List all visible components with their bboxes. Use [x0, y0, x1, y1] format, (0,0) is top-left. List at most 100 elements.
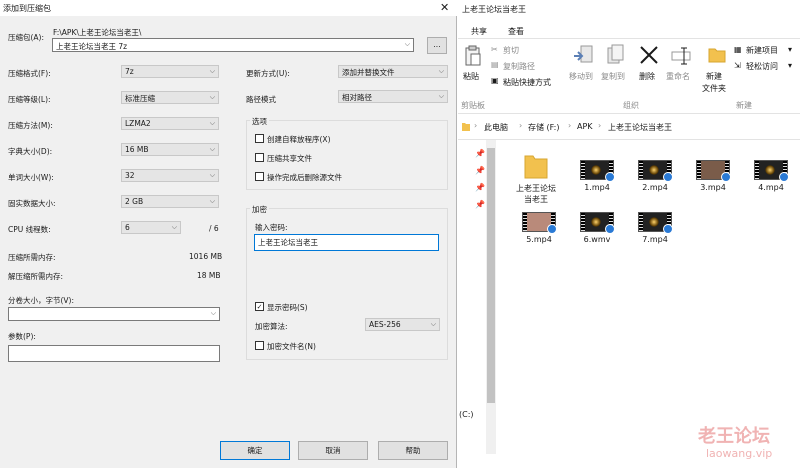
- delete-icon[interactable]: [638, 44, 660, 66]
- delete-source-label: 操作完成后删除源文件: [267, 173, 342, 182]
- breadcrumb-apk[interactable]: APK: [577, 122, 593, 131]
- paste-shortcut-icon[interactable]: ▣: [491, 76, 499, 85]
- delete-source-checkbox[interactable]: [255, 172, 264, 181]
- file-name-2[interactable]: 2.mp4: [625, 183, 685, 192]
- params-input[interactable]: [8, 345, 220, 362]
- chevron-down-icon: ⌵: [209, 93, 215, 101]
- video-thumb-4[interactable]: [754, 160, 789, 182]
- chevron-down-icon: ⌵: [171, 223, 177, 231]
- file-name-7[interactable]: 7.mp4: [625, 235, 685, 244]
- dictionary-select[interactable]: 16 MB ⌵: [121, 143, 219, 156]
- new-folder-label-1[interactable]: 新建: [706, 71, 722, 82]
- copy-to-icon[interactable]: [604, 44, 626, 66]
- delete-button[interactable]: 删除: [639, 71, 655, 82]
- tab-view[interactable]: 查看: [508, 26, 524, 37]
- enc-method-select[interactable]: AES-256 ⌵: [365, 318, 440, 331]
- file-name-6[interactable]: 6.wmv: [567, 235, 627, 244]
- play-icon: [605, 172, 615, 182]
- file-name-4[interactable]: 4.mp4: [741, 183, 800, 192]
- close-icon[interactable]: ✕: [440, 1, 449, 14]
- cpu-select[interactable]: 6 ⌵: [121, 221, 181, 234]
- solid-label: 固实数据大小:: [8, 199, 56, 208]
- cut-icon[interactable]: ✂: [491, 45, 498, 54]
- move-to-button[interactable]: 移动到: [569, 71, 593, 82]
- ok-button[interactable]: 确定: [220, 441, 290, 460]
- path-mode-select[interactable]: 相对路径 ⌵: [338, 90, 448, 103]
- chevron-down-icon: ⌵: [209, 119, 215, 127]
- word-select[interactable]: 32 ⌵: [121, 169, 219, 182]
- drive-c-label[interactable]: (C:): [459, 410, 474, 419]
- pin-icon: 📌: [475, 166, 485, 175]
- chevron-down-icon: ⌵: [209, 67, 215, 75]
- cancel-button[interactable]: 取消: [298, 441, 368, 460]
- tab-share[interactable]: 共享: [471, 26, 487, 37]
- video-thumb-6[interactable]: [580, 212, 615, 234]
- paste-shortcut-button[interactable]: 粘贴快捷方式: [503, 77, 551, 88]
- play-icon: [663, 224, 673, 234]
- show-password-checkbox[interactable]: ✓: [255, 302, 264, 311]
- format-select[interactable]: 7z ⌵: [121, 65, 219, 78]
- path-mode-value: 相对路径: [342, 93, 372, 102]
- breadcrumb-drive[interactable]: 存储 (F:): [528, 122, 559, 133]
- video-thumb-3[interactable]: [696, 160, 731, 182]
- encrypt-names-checkbox[interactable]: [255, 341, 264, 350]
- nav-scrollbar-thumb[interactable]: [487, 148, 495, 403]
- breadcrumb-this-pc[interactable]: 此电脑: [484, 122, 508, 133]
- new-folder-icon[interactable]: [707, 44, 727, 64]
- address-divider: [458, 139, 800, 140]
- level-select[interactable]: 标准压缩 ⌵: [121, 91, 219, 104]
- file-name-3[interactable]: 3.mp4: [683, 183, 743, 192]
- copy-path-button[interactable]: 复制路径: [503, 61, 535, 72]
- breadcrumb-current[interactable]: 上老王论坛当老王: [608, 122, 672, 133]
- browse-button[interactable]: ...: [427, 37, 447, 54]
- ribbon-bottom-divider: [458, 113, 800, 114]
- chevron-right-icon: ›: [474, 121, 478, 130]
- level-label: 压缩等级(L):: [8, 95, 51, 104]
- archive-name-value: 上老王论坛当老王 7z: [56, 42, 128, 51]
- video-thumb-2[interactable]: [638, 160, 673, 182]
- new-item-icon[interactable]: ▦: [734, 45, 742, 54]
- file-name-folder[interactable]: 上老王论坛: [506, 183, 566, 194]
- video-thumb-7[interactable]: [638, 212, 673, 234]
- nav-scrollbar-track[interactable]: [486, 140, 496, 454]
- ribbon-divider: [458, 38, 800, 39]
- chevron-down-icon: ▾: [788, 61, 793, 70]
- easy-access-button[interactable]: 轻松访问: [746, 61, 778, 72]
- update-select[interactable]: 添加并替换文件 ⌵: [338, 65, 448, 78]
- copy-path-icon[interactable]: ▤: [491, 60, 499, 69]
- help-button[interactable]: 帮助: [378, 441, 448, 460]
- archive-name-input[interactable]: 上老王论坛当老王 7z ⌵: [52, 38, 414, 52]
- file-name-5[interactable]: 5.mp4: [509, 235, 569, 244]
- chevron-down-icon: ⌵: [209, 171, 215, 179]
- format-value: 7z: [125, 67, 134, 76]
- sfx-checkbox[interactable]: [255, 134, 264, 143]
- path-mode-label: 路径模式: [246, 95, 276, 104]
- cut-button[interactable]: 剪切: [503, 45, 519, 56]
- move-to-icon[interactable]: [572, 44, 594, 66]
- paste-icon[interactable]: [463, 45, 483, 67]
- update-value: 添加并替换文件: [342, 68, 395, 77]
- chevron-right-icon: ›: [598, 121, 602, 130]
- chevron-down-icon: ⌵: [210, 309, 216, 317]
- folder-icon[interactable]: [523, 150, 549, 180]
- video-thumb-1[interactable]: [580, 160, 615, 182]
- mem-compress-value: 1016 MB: [189, 252, 223, 261]
- split-label: 分卷大小，字节(V):: [8, 296, 75, 305]
- split-input[interactable]: ⌵: [8, 307, 220, 321]
- paste-button[interactable]: 粘贴: [463, 71, 479, 82]
- easy-access-icon[interactable]: ⇲: [734, 61, 741, 70]
- rename-button[interactable]: 重命名: [666, 71, 690, 82]
- shared-checkbox[interactable]: [255, 153, 264, 162]
- method-select[interactable]: LZMA2 ⌵: [121, 117, 219, 130]
- chevron-down-icon: ⌵: [209, 197, 215, 205]
- password-input[interactable]: 上老王论坛当老王: [254, 234, 439, 251]
- shared-label: 压缩共享文件: [267, 154, 312, 163]
- new-folder-label-2[interactable]: 文件夹: [702, 83, 726, 94]
- new-item-button[interactable]: 新建项目: [746, 45, 778, 56]
- solid-select[interactable]: 2 GB ⌵: [121, 195, 219, 208]
- video-thumb-5[interactable]: [522, 212, 557, 234]
- file-name-1[interactable]: 1.mp4: [567, 183, 627, 192]
- copy-to-button[interactable]: 复制到: [601, 71, 625, 82]
- rename-icon[interactable]: [670, 44, 692, 66]
- format-label: 压缩格式(F):: [8, 69, 51, 78]
